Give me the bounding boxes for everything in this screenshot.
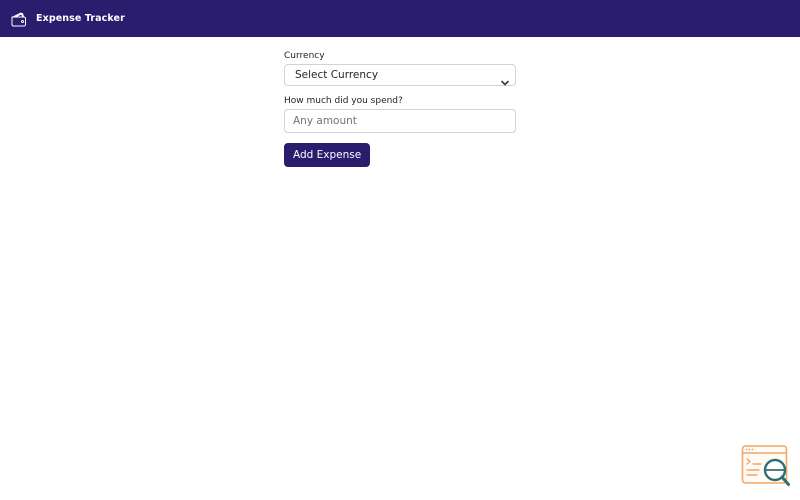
currency-selected-value: Select Currency bbox=[295, 69, 379, 81]
brand-title: Expense Tracker bbox=[36, 13, 125, 24]
wallet-icon bbox=[10, 10, 28, 28]
code-search-icon bbox=[741, 445, 790, 486]
chevron-down-icon bbox=[501, 72, 509, 86]
currency-label: Currency bbox=[284, 51, 325, 61]
navbar: Expense Tracker bbox=[0, 0, 800, 37]
amount-input[interactable] bbox=[284, 109, 516, 133]
currency-select[interactable]: Select Currency bbox=[284, 64, 516, 86]
amount-label: How much did you spend? bbox=[284, 96, 403, 106]
brand-link[interactable]: Expense Tracker bbox=[10, 10, 125, 28]
code-search-widget[interactable] bbox=[741, 444, 791, 488]
add-expense-button[interactable]: Add Expense bbox=[284, 143, 371, 167]
expense-form: Currency Select Currency How much did yo… bbox=[284, 50, 516, 167]
